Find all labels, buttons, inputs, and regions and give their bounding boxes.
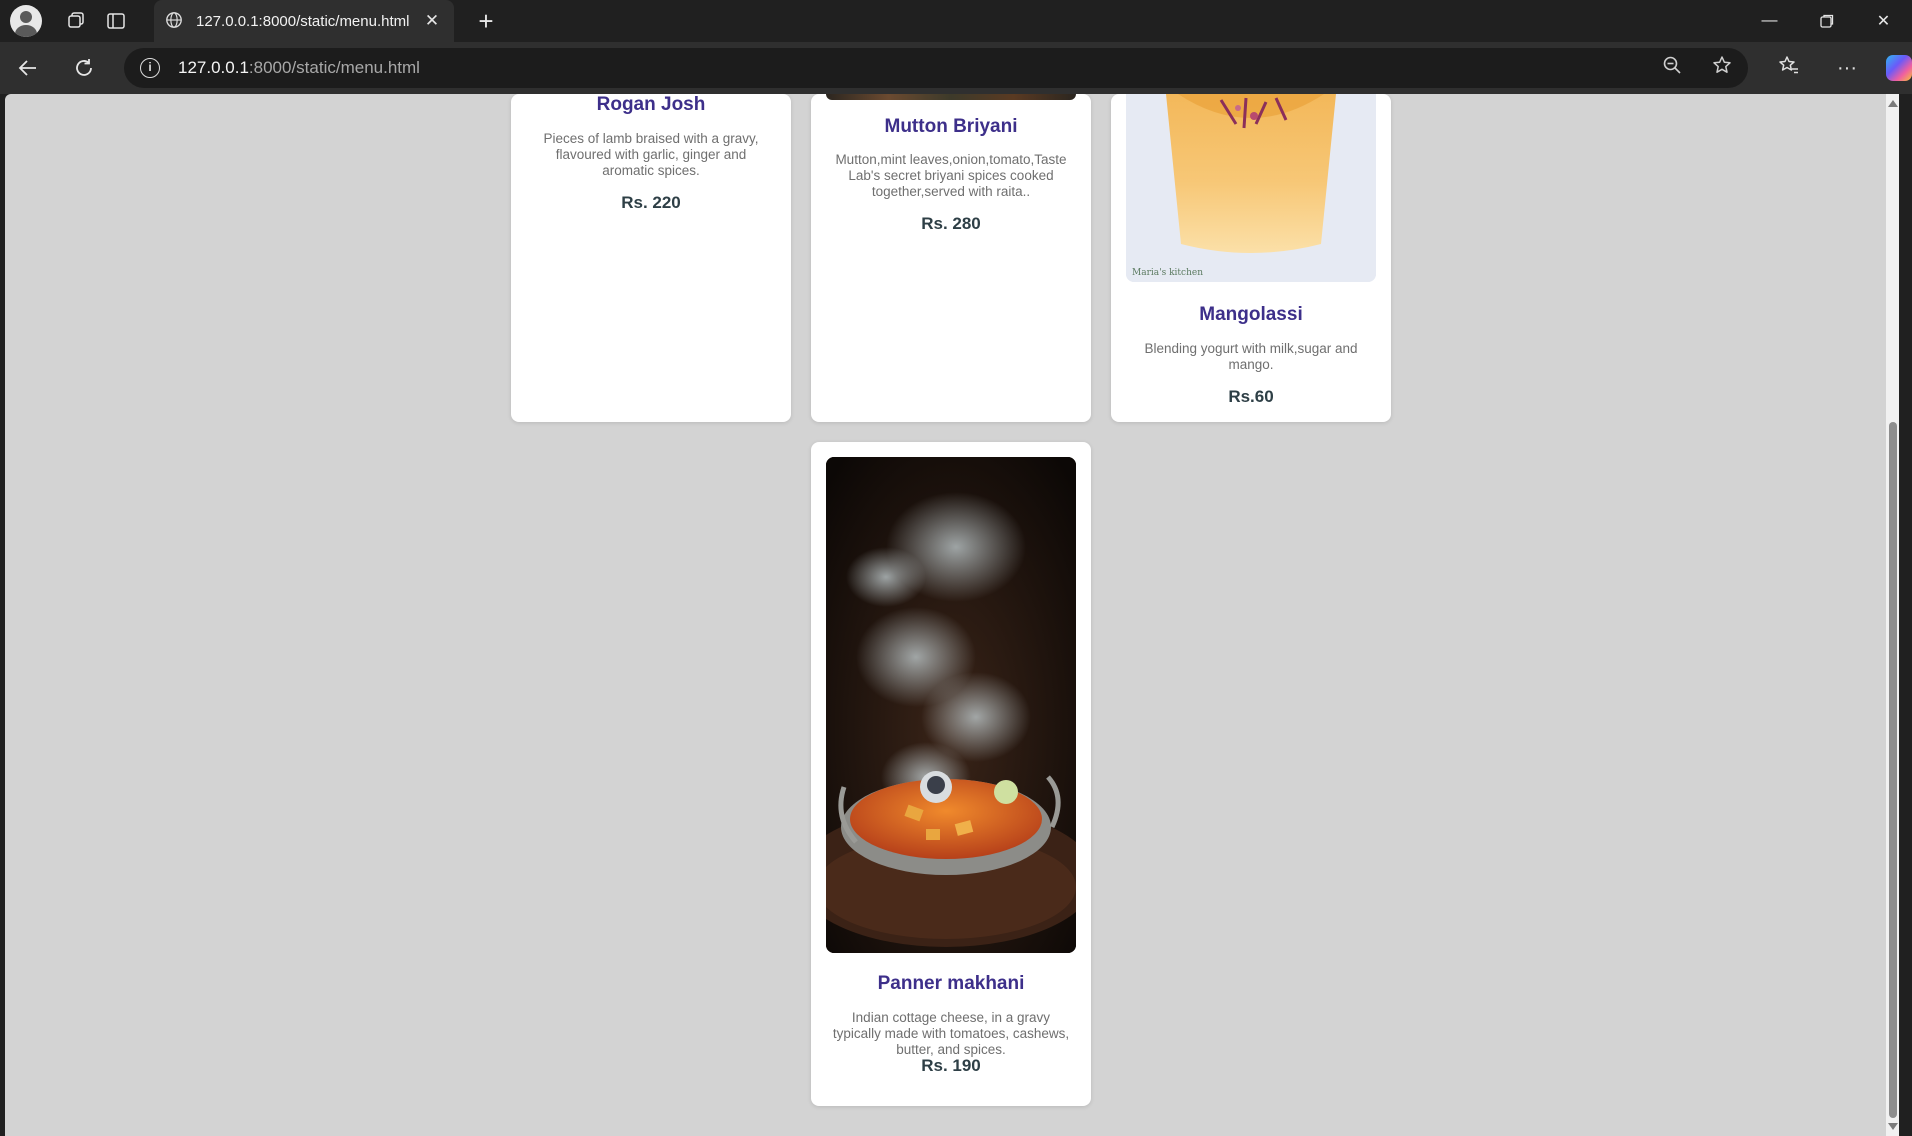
menu-item-description: Mutton,mint leaves,onion,tomato,Taste La… — [835, 152, 1067, 199]
menu-item-name: Rogan Josh — [596, 94, 706, 115]
menu-item-image — [826, 94, 1076, 100]
refresh-icon[interactable] — [56, 42, 112, 94]
tab-title: 127.0.0.1:8000/static/menu.html — [196, 12, 410, 30]
scroll-down-arrow-icon[interactable] — [1888, 1123, 1898, 1130]
page-viewport: Rogan Josh Pieces of lamb braised with a… — [0, 94, 1912, 1136]
url-path: :8000/static/menu.html — [248, 58, 420, 77]
menu-card: Mutton Briyani Mutton,mint leaves,onion,… — [811, 94, 1091, 422]
menu-item-name: Panner makhani — [877, 973, 1025, 994]
globe-icon — [164, 11, 184, 31]
menu-item-price: Rs.60 — [1228, 387, 1274, 406]
url-host: 127.0.0.1 — [178, 58, 249, 77]
menu-item-image: Maria's kitchen — [1126, 94, 1376, 282]
menu-item-description: Indian cottage cheese, in a gravy typica… — [832, 1010, 1070, 1057]
menu-item-price: Rs. 220 — [621, 193, 681, 212]
plus-icon[interactable]: + — [468, 6, 504, 37]
profile-avatar-icon[interactable] — [10, 5, 42, 37]
vertical-scrollbar[interactable] — [1886, 94, 1899, 1136]
menu-item-price: Rs. 190 — [921, 1056, 981, 1075]
menu-item-price: Rs. 280 — [921, 214, 981, 233]
back-arrow-icon[interactable] — [0, 42, 56, 94]
menu-item-name: Mangolassi — [1199, 304, 1303, 325]
favorites-icon[interactable] — [1764, 54, 1814, 82]
close-icon[interactable]: ✕ — [420, 11, 444, 31]
scrollbar-thumb[interactable] — [1889, 422, 1897, 1118]
window-close-icon[interactable]: ✕ — [1855, 0, 1912, 42]
address-bar-row: i 127.0.0.1:8000/static/menu.html ··· — [0, 42, 1912, 94]
restore-icon[interactable] — [1798, 0, 1855, 42]
minimize-icon[interactable]: — — [1741, 0, 1798, 42]
info-icon[interactable]: i — [140, 58, 160, 78]
url-input[interactable]: i 127.0.0.1:8000/static/menu.html — [124, 48, 1748, 88]
image-watermark: Maria's kitchen — [1132, 268, 1203, 278]
more-icon[interactable]: ··· — [1822, 57, 1872, 80]
active-tab[interactable]: 127.0.0.1:8000/static/menu.html ✕ — [154, 0, 454, 42]
tab-actions-icon[interactable] — [96, 3, 136, 39]
menu-page: Rogan Josh Pieces of lamb braised with a… — [5, 94, 1899, 1136]
menu-item-image — [826, 457, 1076, 953]
star-icon[interactable] — [1712, 55, 1732, 81]
menu-card: Rogan Josh Pieces of lamb braised with a… — [511, 94, 791, 422]
menu-card: Panner makhani Indian cottage cheese, in… — [811, 442, 1091, 1106]
zoom-out-icon[interactable] — [1662, 55, 1682, 81]
menu-item-description: Blending yogurt with milk,sugar and mang… — [1144, 341, 1358, 372]
browser-tab-bar: 127.0.0.1:8000/static/menu.html ✕ + — ✕ — [0, 0, 1912, 42]
menu-item-name: Mutton Briyani — [884, 116, 1018, 137]
menu-card: Maria's kitchen Mangolassi Blending yogu… — [1111, 94, 1391, 422]
copilot-icon[interactable] — [1886, 55, 1912, 81]
scroll-up-arrow-icon[interactable] — [1888, 100, 1898, 107]
workspaces-icon[interactable] — [56, 3, 96, 39]
menu-item-description: Pieces of lamb braised with a gravy, fla… — [543, 131, 759, 178]
